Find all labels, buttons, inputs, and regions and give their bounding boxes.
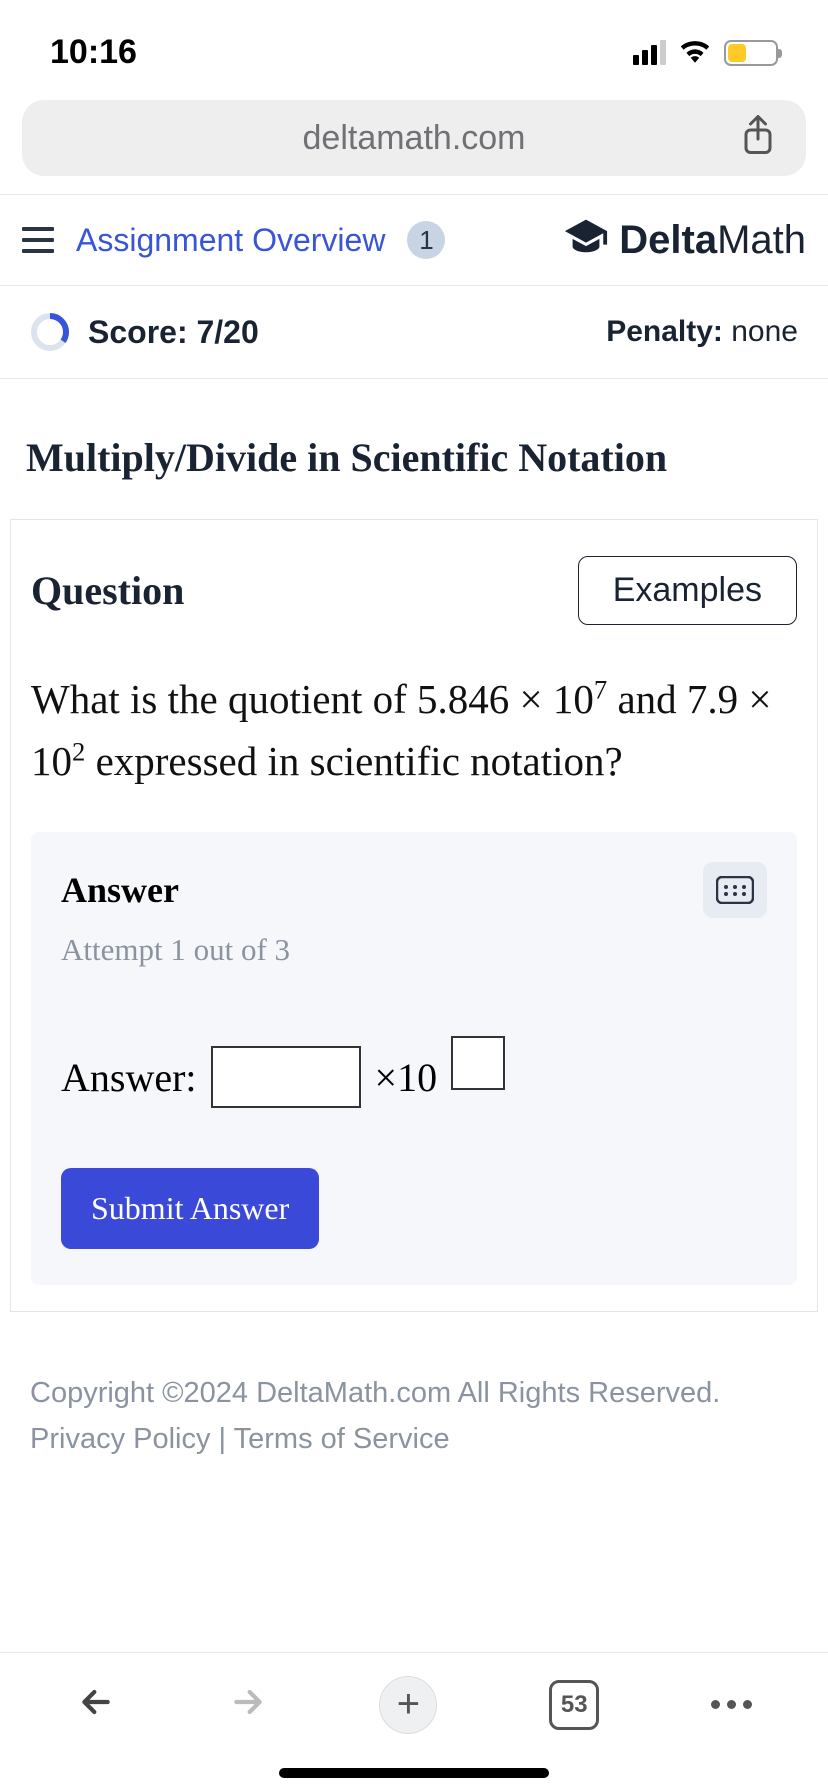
- cellular-signal-icon: [633, 40, 666, 65]
- submit-answer-button[interactable]: Submit Answer: [61, 1168, 319, 1249]
- question-prompt: What is the quotient of 5.846 × 107 and …: [31, 669, 797, 792]
- share-button[interactable]: [740, 115, 776, 162]
- copyright-text: Copyright ©2024 DeltaMath.com All Rights…: [30, 1370, 798, 1416]
- url-text: deltamath.com: [303, 119, 526, 158]
- brand-light: Math: [717, 218, 806, 262]
- answer-heading: Answer: [61, 869, 179, 911]
- score-row: Score: 7/20 Penalty: none: [0, 286, 828, 379]
- assignment-overview-link[interactable]: Assignment Overview: [76, 222, 385, 259]
- score-text: Score: 7/20: [88, 314, 259, 351]
- terms-link[interactable]: Terms of Service: [234, 1423, 450, 1455]
- more-menu-button[interactable]: [711, 1700, 752, 1709]
- tabs-button[interactable]: 53: [549, 1680, 599, 1730]
- back-button[interactable]: [76, 1682, 116, 1727]
- privacy-policy-link[interactable]: Privacy Policy: [30, 1423, 211, 1455]
- keyboard-button[interactable]: [703, 862, 767, 918]
- attempt-text: Attempt 1 out of 3: [61, 932, 767, 968]
- examples-button[interactable]: Examples: [578, 556, 797, 625]
- url-bar[interactable]: deltamath.com: [22, 100, 806, 176]
- app-header: Assignment Overview 1 DeltaMath: [0, 194, 828, 286]
- assignment-count-badge: 1: [407, 221, 445, 259]
- footer: Copyright ©2024 DeltaMath.com All Rights…: [0, 1312, 828, 1493]
- status-time: 10:16: [50, 33, 137, 72]
- graduation-cap-icon: [563, 217, 609, 263]
- home-indicator[interactable]: [279, 1768, 549, 1778]
- forward-button[interactable]: [228, 1682, 268, 1727]
- battery-icon: [724, 40, 778, 66]
- progress-ring-icon: [30, 312, 70, 352]
- penalty-text: Penalty: none: [606, 315, 798, 349]
- status-icons: [633, 37, 778, 68]
- times-ten-text: ×10: [375, 1054, 438, 1101]
- answer-panel: Answer Attempt 1 out of 3 Answer: ×10 Su…: [31, 832, 797, 1285]
- coefficient-input[interactable]: [211, 1046, 361, 1108]
- wifi-icon: [678, 37, 712, 68]
- brand-logo[interactable]: DeltaMath: [563, 217, 806, 263]
- brand-bold: Delta: [619, 218, 717, 262]
- answer-label: Answer:: [61, 1054, 197, 1101]
- question-heading: Question: [31, 567, 184, 614]
- new-tab-button[interactable]: +: [379, 1676, 437, 1734]
- question-card: Question Examples What is the quotient o…: [10, 519, 818, 1312]
- menu-icon[interactable]: [22, 227, 54, 253]
- exponent-input[interactable]: [451, 1036, 505, 1090]
- status-bar: 10:16: [0, 0, 828, 100]
- section-title: Multiply/Divide in Scientific Notation: [0, 379, 828, 519]
